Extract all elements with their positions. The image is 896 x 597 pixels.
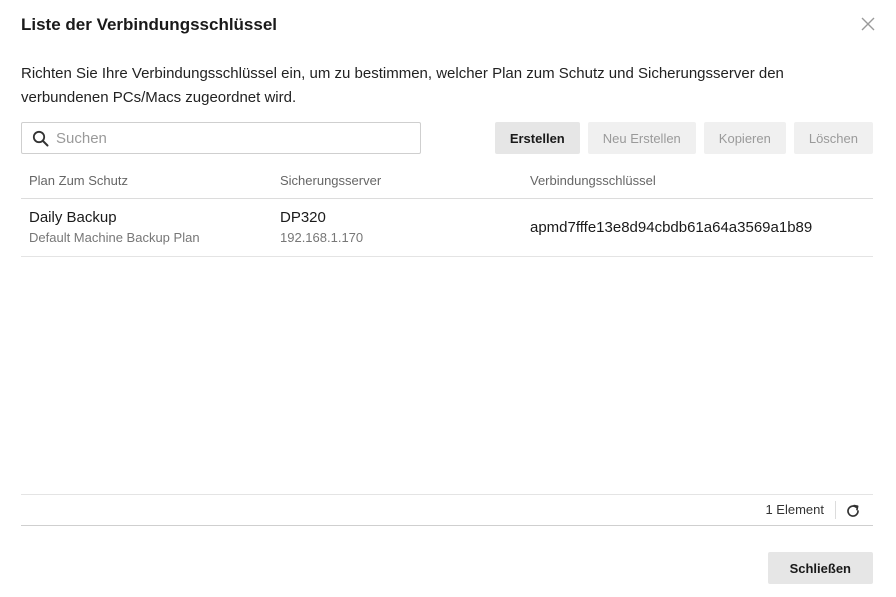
refresh-icon[interactable]	[845, 503, 861, 519]
footer-divider	[835, 501, 836, 519]
create-button[interactable]: Erstellen	[494, 122, 580, 154]
close-icon[interactable]	[860, 16, 876, 32]
search-input[interactable]	[56, 123, 416, 153]
connection-key-table: Plan Zum Schutz Sicherungsserver Verbind…	[21, 165, 873, 257]
server-name: DP320	[280, 209, 326, 226]
toolbar: Erstellen Neu Erstellen Kopieren Löschen	[494, 122, 873, 154]
recreate-button[interactable]: Neu Erstellen	[587, 122, 696, 154]
column-header-key[interactable]: Verbindungsschlüssel	[530, 173, 656, 188]
server-ip: 192.168.1.170	[280, 230, 364, 245]
copy-button[interactable]: Kopieren	[703, 122, 786, 154]
plan-description: Default Machine Backup Plan	[29, 230, 200, 245]
connection-key: apmd7fffe13e8d94cbdb61a64a3569a1b89	[530, 219, 813, 236]
dialog-description: Richten Sie Ihre Verbindungsschlüssel ei…	[21, 65, 784, 106]
column-header-plan[interactable]: Plan Zum Schutz	[29, 173, 128, 188]
search-box[interactable]	[21, 122, 421, 154]
column-header-server[interactable]: Sicherungsserver	[280, 173, 381, 188]
close-button[interactable]: Schließen	[767, 552, 873, 584]
dialog-title: Liste der Verbindungsschlüssel	[21, 15, 278, 34]
plan-cell: Daily Backup Default Machine Backup Plan	[29, 209, 200, 245]
server-cell: DP320 192.168.1.170	[280, 209, 363, 245]
plan-name: Daily Backup	[29, 209, 117, 226]
table-header: Plan Zum Schutz Sicherungsserver Verbind…	[21, 165, 873, 199]
search-icon	[32, 130, 49, 147]
table-footer: 1 Element	[21, 494, 873, 526]
table-row[interactable]: Daily Backup Default Machine Backup Plan…	[21, 199, 873, 257]
delete-button[interactable]: Löschen	[793, 122, 873, 154]
item-count: 1 Element	[765, 502, 824, 517]
